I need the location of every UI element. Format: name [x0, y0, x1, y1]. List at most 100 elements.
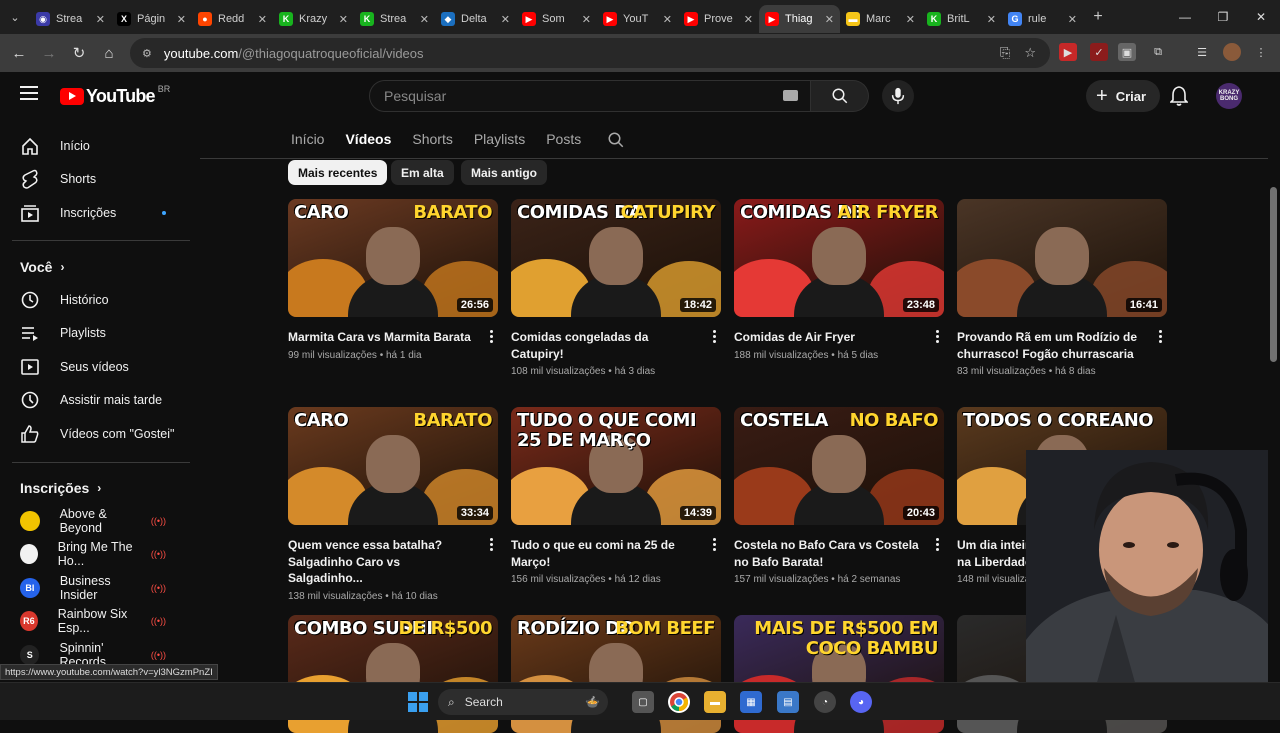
sidebar-subscription-item[interactable]: R6 Rainbow Six Esp... ((•)): [12, 605, 190, 638]
video-card[interactable]: COSTELA NO BAFO 20:43 Costela no Bafo Ca…: [734, 407, 944, 585]
sidebar-item-home[interactable]: Início: [12, 129, 190, 162]
video-thumbnail[interactable]: CARO BARATO 33:34: [288, 407, 498, 525]
search-button[interactable]: [811, 80, 869, 112]
sidebar-item-your-videos[interactable]: Seus vídeos: [12, 350, 190, 383]
close-tab-icon[interactable]: ✕: [177, 13, 186, 26]
scrollbar-thumb[interactable]: [1270, 187, 1277, 362]
close-tab-icon[interactable]: ✕: [582, 13, 591, 26]
close-tab-icon[interactable]: ✕: [906, 13, 915, 26]
video-thumbnail[interactable]: COMIDAS DE AIR FRYER 23:48: [734, 199, 944, 317]
guide-menu-icon[interactable]: [20, 86, 38, 100]
extension-icon[interactable]: ▣: [1118, 43, 1136, 61]
video-thumbnail[interactable]: CARO BARATO 26:56: [288, 199, 498, 317]
sidebar-item-shorts[interactable]: Shorts: [12, 163, 190, 196]
channel-tab[interactable]: Início: [291, 131, 324, 147]
browser-tab[interactable]: K BritL ✕: [921, 5, 1002, 33]
video-menu-icon[interactable]: [707, 538, 721, 551]
sidebar-item-like[interactable]: Vídeos com "Gostei": [12, 417, 190, 450]
reading-list-icon[interactable]: ☰: [1193, 43, 1211, 61]
voice-search-button[interactable]: [882, 80, 914, 112]
video-card[interactable]: CARO BARATO 26:56 Marmita Cara vs Marmit…: [288, 199, 498, 361]
video-card[interactable]: TUDO O QUE COMI 25 DE MARÇO 14:39 Tudo o…: [511, 407, 721, 585]
create-button[interactable]: + Criar: [1086, 80, 1161, 112]
back-icon[interactable]: ←: [4, 38, 34, 68]
browser-tab[interactable]: ● Redd ✕: [192, 5, 273, 33]
video-thumbnail[interactable]: COSTELA NO BAFO 20:43: [734, 407, 944, 525]
video-menu-icon[interactable]: [707, 330, 721, 343]
search-input[interactable]: Pesquisar: [369, 80, 811, 112]
close-tab-icon[interactable]: ✕: [1068, 13, 1077, 26]
video-card[interactable]: COMIDAS DE AIR FRYER 23:48 Comidas de Ai…: [734, 199, 944, 361]
close-tab-icon[interactable]: ✕: [339, 13, 348, 26]
channel-tab[interactable]: Vídeos: [345, 131, 391, 147]
close-tab-icon[interactable]: ✕: [663, 13, 672, 26]
browser-tab[interactable]: G rule ✕: [1002, 5, 1083, 33]
extension-icon[interactable]: ▶: [1059, 43, 1077, 61]
video-thumbnail[interactable]: 16:41: [957, 199, 1167, 317]
close-tab-icon[interactable]: ✕: [501, 13, 510, 26]
video-thumbnail[interactable]: COMIDAS DA CATUPIRY 18:42: [511, 199, 721, 317]
extension-icon[interactable]: ✓: [1090, 43, 1108, 61]
file-explorer-icon[interactable]: ▬: [704, 691, 726, 713]
sidebar-item-history[interactable]: Histórico: [12, 283, 190, 316]
browser-tab[interactable]: X Págin ✕: [111, 5, 192, 33]
video-menu-icon[interactable]: [930, 330, 944, 343]
taskbar-search[interactable]: ⌕ Search 🍲: [438, 689, 608, 715]
browser-tab[interactable]: ▶ YouT ✕: [597, 5, 678, 33]
browser-tab[interactable]: ▶ Thiag ✕: [759, 5, 840, 33]
extensions-puzzle-icon[interactable]: ⧉: [1149, 43, 1167, 61]
video-title[interactable]: Marmita Cara vs Marmita Barata: [288, 329, 478, 346]
channel-search-icon[interactable]: [607, 131, 625, 149]
discord-icon[interactable]: ◕: [850, 691, 872, 713]
video-title[interactable]: Quem vence essa batalha? Salgadinho Caro…: [288, 537, 478, 587]
video-title[interactable]: Tudo o que eu comi na 25 de Março!: [511, 537, 701, 570]
close-tab-icon[interactable]: ✕: [825, 13, 834, 26]
tab-search-icon[interactable]: ⌄: [0, 0, 30, 34]
browser-tab[interactable]: ◆ Delta ✕: [435, 5, 516, 33]
sidebar-subscriptions-heading[interactable]: Inscrições ›: [20, 480, 101, 496]
install-app-icon[interactable]: ⎘: [1000, 45, 1010, 61]
sidebar-item-watch-later[interactable]: Assistir mais tarde: [12, 384, 190, 417]
browser-tab[interactable]: ▶ Prove ✕: [678, 5, 759, 33]
sidebar-subscription-item[interactable]: Bring Me The Ho... ((•)): [12, 538, 190, 571]
page-scrollbar[interactable]: [1268, 72, 1280, 682]
browser-tab[interactable]: ▬ Marc ✕: [840, 5, 921, 33]
reload-icon[interactable]: ↻: [64, 38, 94, 68]
windows-start-icon[interactable]: [407, 691, 429, 713]
video-title[interactable]: Costela no Bafo Cara vs Costela no Bafo …: [734, 537, 924, 570]
browser-tab[interactable]: ▶ Som ✕: [516, 5, 597, 33]
site-info-icon[interactable]: ⚙: [142, 47, 152, 60]
minimize-icon[interactable]: —: [1166, 0, 1204, 34]
store-icon[interactable]: ▦: [740, 691, 762, 713]
chrome-icon[interactable]: [668, 691, 690, 713]
video-menu-icon[interactable]: [484, 330, 498, 343]
app-icon[interactable]: ◔: [814, 691, 836, 713]
video-thumbnail[interactable]: TUDO O QUE COMI 25 DE MARÇO 14:39: [511, 407, 721, 525]
forward-icon[interactable]: →: [34, 38, 64, 68]
profile-avatar[interactable]: [1223, 43, 1241, 61]
close-tab-icon[interactable]: ✕: [420, 13, 429, 26]
sidebar-subscription-item[interactable]: Above & Beyond ((•)): [12, 504, 190, 537]
close-window-icon[interactable]: ✕: [1242, 0, 1280, 34]
close-tab-icon[interactable]: ✕: [744, 13, 753, 26]
bookmark-star-icon[interactable]: ☆: [1024, 45, 1036, 61]
filter-chip[interactable]: Mais antigo: [461, 160, 548, 185]
video-title[interactable]: Provando Rã em um Rodízio de churrasco! …: [957, 329, 1147, 362]
sidebar-subscription-item[interactable]: BI Business Insider ((•)): [12, 571, 190, 604]
sidebar-item-playlists[interactable]: Playlists: [12, 317, 190, 350]
maximize-icon[interactable]: ❐: [1204, 0, 1242, 34]
account-avatar[interactable]: KRAZY BONG: [1216, 83, 1242, 109]
close-tab-icon[interactable]: ✕: [987, 13, 996, 26]
close-tab-icon[interactable]: ✕: [258, 13, 267, 26]
home-icon[interactable]: ⌂: [94, 38, 124, 68]
address-bar[interactable]: ⚙ youtube.com/@thiagoquatroqueoficial/vi…: [130, 38, 1050, 68]
notifications-bell-icon[interactable]: [1170, 86, 1188, 106]
channel-tab[interactable]: Shorts: [412, 131, 452, 147]
sidebar-item-subscriptions[interactable]: Inscrições: [12, 196, 190, 229]
video-card[interactable]: 16:41 Provando Rã em um Rodízio de churr…: [957, 199, 1167, 377]
video-menu-icon[interactable]: [1153, 330, 1167, 343]
keyboard-icon[interactable]: [783, 90, 798, 101]
video-card[interactable]: CARO BARATO 33:34 Quem vence essa batalh…: [288, 407, 498, 602]
sidebar-you-heading[interactable]: Você ›: [20, 259, 64, 275]
video-card[interactable]: COMIDAS DA CATUPIRY 18:42 Comidas congel…: [511, 199, 721, 377]
